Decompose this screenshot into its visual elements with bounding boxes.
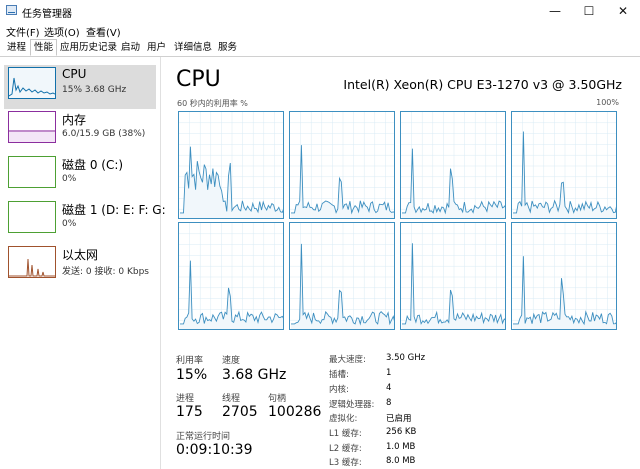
disk-1-thumbnail xyxy=(8,201,56,233)
speed-value: 3.68 GHz xyxy=(222,367,287,383)
sidebar-title: 以太网 xyxy=(62,248,99,262)
menu-options[interactable]: 选项(O) xyxy=(44,24,80,39)
tab-performance[interactable]: 性能 xyxy=(30,39,58,56)
sidebar-item-disk-0[interactable]: 磁盘 0 (C:) 0% xyxy=(4,154,156,198)
core-graph-0 xyxy=(178,111,284,219)
tab-details[interactable]: 详细信息 xyxy=(171,40,215,55)
task-manager-icon xyxy=(6,5,17,15)
sidebar-subtitle: 0% xyxy=(62,219,77,229)
spec-label: L2 缓存: xyxy=(329,444,362,454)
processes-label: 进程 xyxy=(176,394,195,404)
uptime-label: 正常运行时间 xyxy=(176,432,231,442)
cpu-thumbnail xyxy=(8,67,56,99)
close-button[interactable]: ✕ xyxy=(606,0,640,22)
graph-max-label: 100% xyxy=(596,98,619,107)
threads-value: 2705 xyxy=(222,404,258,420)
disk-0-thumbnail xyxy=(8,156,56,188)
cpu-detail-panel: CPU Intel(R) Xeon(R) CPU E3-1270 v3 @ 3.… xyxy=(162,57,640,469)
spec-value: 已启用 xyxy=(386,414,412,424)
core-graph-1 xyxy=(289,111,395,219)
ethernet-thumbnail xyxy=(8,246,56,278)
processes-value: 175 xyxy=(176,404,203,420)
tab-bar: 进程 性能 应用历史记录 启动 用户 详细信息 服务 xyxy=(0,38,640,57)
uptime-value: 0:09:10:39 xyxy=(176,442,253,458)
tab-services[interactable]: 服务 xyxy=(215,40,240,55)
sidebar-item-disk-1[interactable]: 磁盘 1 (D: E: F: G: 0% xyxy=(4,199,166,243)
menu-bar: 文件(F) 选项(O) 查看(V) xyxy=(0,22,640,39)
handles-value: 100286 xyxy=(268,404,322,420)
sidebar-item-cpu[interactable]: CPU 15% 3.68 GHz xyxy=(4,65,156,109)
spec-label: L3 缓存: xyxy=(329,458,362,468)
spec-value: 1.0 MB xyxy=(386,442,416,452)
tab-processes[interactable]: 进程 xyxy=(4,40,29,55)
title-bar: 任务管理器 — ☐ ✕ xyxy=(0,0,640,22)
spec-label: L1 缓存: xyxy=(329,429,362,439)
spec-value: 256 KB xyxy=(386,427,417,437)
core-graph-2 xyxy=(400,111,506,219)
page-title: CPU xyxy=(176,67,221,92)
sidebar-subtitle: 15% 3.68 GHz xyxy=(62,85,127,95)
spec-label: 内核: xyxy=(329,385,349,395)
spec-label: 虚拟化: xyxy=(329,414,358,424)
window-title: 任务管理器 xyxy=(22,9,72,20)
spec-label: 插槽: xyxy=(329,370,349,380)
sidebar-title: 磁盘 0 (C:) xyxy=(62,158,124,172)
maximize-button[interactable]: ☐ xyxy=(572,0,606,22)
minimize-button[interactable]: — xyxy=(538,0,572,22)
spec-value: 3.50 GHz xyxy=(386,353,426,363)
speed-label: 速度 xyxy=(222,356,241,366)
spec-value: 8.0 MB xyxy=(386,456,416,466)
memory-thumbnail xyxy=(8,111,56,143)
spec-value: 8 xyxy=(386,398,392,408)
handles-label: 句柄 xyxy=(268,394,287,404)
menu-view[interactable]: 查看(V) xyxy=(86,24,121,39)
spec-value: 1 xyxy=(386,368,392,378)
utilization-label: 利用率 xyxy=(176,356,204,366)
cpu-model-name: Intel(R) Xeon(R) CPU E3-1270 v3 @ 3.50GH… xyxy=(343,77,622,92)
utilization-value: 15% xyxy=(176,367,208,383)
spec-label: 逻辑处理器: xyxy=(329,400,375,410)
tab-startup[interactable]: 启动 xyxy=(118,40,143,55)
core-graph-6 xyxy=(400,222,506,330)
core-graph-4 xyxy=(178,222,284,330)
core-graph-7 xyxy=(511,222,617,330)
menu-file[interactable]: 文件(F) xyxy=(6,24,40,39)
core-graph-5 xyxy=(289,222,395,330)
sidebar-title: CPU xyxy=(62,67,87,81)
sidebar-item-memory[interactable]: 内存 6.0/15.9 GB (38%) xyxy=(4,109,156,153)
sidebar-subtitle: 0% xyxy=(62,174,77,184)
sidebar-item-ethernet[interactable]: 以太网 发送: 0 接收: 0 Kbps xyxy=(4,244,156,288)
sidebar-title: 磁盘 1 (D: E: F: G: xyxy=(62,203,166,217)
resource-sidebar: CPU 15% 3.68 GHz 内存 6.0/15.9 GB (38%) 磁盘… xyxy=(0,57,166,469)
sidebar-title: 内存 xyxy=(62,113,87,127)
tab-users[interactable]: 用户 xyxy=(144,40,169,55)
threads-label: 线程 xyxy=(222,394,241,404)
graph-axis-label: 60 秒内的利用率 % xyxy=(177,99,248,108)
sidebar-subtitle: 发送: 0 接收: 0 Kbps xyxy=(62,267,149,277)
tab-app-history[interactable]: 应用历史记录 xyxy=(57,40,120,55)
core-graph-3 xyxy=(511,111,617,219)
spec-label: 最大速度: xyxy=(329,355,366,365)
sidebar-subtitle: 6.0/15.9 GB (38%) xyxy=(62,129,146,139)
spec-value: 4 xyxy=(386,383,392,393)
